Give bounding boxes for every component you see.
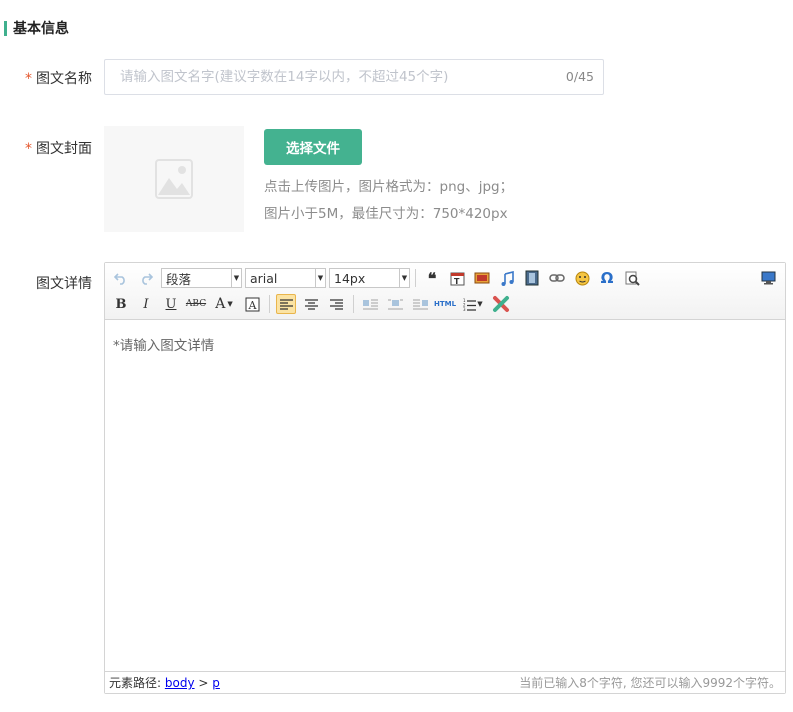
cover-hint-format: 点击上传图片，图片格式为：png、jpg； (264, 179, 514, 195)
paragraph-select-value: 段落 (166, 271, 192, 287)
blockquote-icon[interactable]: ❝ (422, 268, 442, 288)
element-path-label: 元素路径: (109, 676, 162, 690)
clear-format-icon[interactable] (491, 294, 511, 314)
character-count: 当前已输入8个字符, 您还可以输入9992个字符。 (519, 676, 781, 690)
search-replace-icon[interactable] (622, 268, 642, 288)
paragraph-select[interactable]: 段落 ▼ (161, 268, 242, 288)
toolbar-divider (415, 269, 416, 287)
name-char-counter: 0/45 (565, 69, 594, 84)
name-label-text: 图文名称 (36, 71, 92, 87)
preview-icon[interactable] (758, 268, 778, 288)
svg-text:A: A (247, 299, 257, 312)
svg-text:T: T (454, 277, 460, 286)
underline-icon[interactable]: U (161, 294, 181, 314)
detail-label: 图文详情 (36, 276, 92, 292)
rich-text-editor: 段落 ▼ arial ▼ 14px ▼ ❝ T Ω B I U ABC A ▼ … (104, 262, 786, 694)
strikethrough-icon[interactable]: ABC (186, 294, 206, 314)
html-source-icon[interactable]: HTML (434, 294, 456, 314)
element-path-separator: > (198, 676, 209, 690)
image-center-icon[interactable] (385, 294, 405, 314)
editor-toolbar: 段落 ▼ arial ▼ 14px ▼ ❝ T Ω B I U ABC A ▼ … (105, 263, 785, 320)
name-field: 0/45 (104, 59, 604, 95)
link-icon[interactable] (547, 268, 567, 288)
element-path-p-link[interactable]: p (212, 676, 220, 690)
align-right-icon[interactable] (326, 294, 346, 314)
redo-icon[interactable] (136, 268, 156, 288)
background-color-icon[interactable]: A (242, 294, 262, 314)
choose-file-button[interactable]: 选择文件 (264, 129, 362, 165)
section-header: 基本信息 (4, 19, 69, 37)
font-size-select-value: 14px (334, 270, 366, 286)
align-center-icon[interactable] (301, 294, 321, 314)
name-input[interactable] (105, 60, 550, 94)
section-title: 基本信息 (13, 21, 69, 37)
toolbar-row-1: 段落 ▼ arial ▼ 14px ▼ ❝ T Ω (111, 266, 647, 290)
chevron-down-icon: ▼ (231, 269, 241, 287)
emotion-icon[interactable] (572, 268, 592, 288)
element-path: 元素路径: body > p (109, 674, 220, 691)
font-family-select-value: arial (250, 270, 278, 286)
svg-text:3: 3 (463, 307, 466, 311)
name-label: * 图文名称 (25, 68, 92, 88)
toolbar-divider (269, 295, 270, 313)
editor-statusbar: 元素路径: body > p 当前已输入8个字符, 您还可以输入9992个字符。 (105, 671, 785, 693)
music-icon[interactable] (497, 268, 517, 288)
image-left-icon[interactable] (360, 294, 380, 314)
cover-hint-size: 图片小于5M，最佳尺寸为：750*420px (264, 206, 508, 222)
ordered-list-icon[interactable]: 1 2 3 ▼ (460, 294, 486, 314)
special-char-icon[interactable]: Ω (597, 268, 617, 288)
bold-icon[interactable]: B (111, 294, 131, 314)
align-left-icon[interactable] (276, 294, 296, 314)
font-family-select[interactable]: arial ▼ (245, 268, 326, 288)
image-placeholder-icon (155, 159, 193, 199)
insert-frame-icon[interactable]: T (447, 268, 467, 288)
image-right-icon[interactable] (410, 294, 430, 314)
required-mark: * (25, 71, 32, 87)
toolbar-row-2: B I U ABC A ▼ A HTML 1 2 3 ▼ (111, 292, 516, 316)
cover-label: * 图文封面 (25, 138, 92, 158)
font-size-select[interactable]: 14px ▼ (329, 268, 410, 288)
toolbar-divider (353, 295, 354, 313)
chevron-down-icon: ▼ (399, 269, 409, 287)
insert-image-icon[interactable] (472, 268, 492, 288)
cover-label-text: 图文封面 (36, 141, 92, 157)
chevron-down-icon: ▼ (315, 269, 325, 287)
editor-content-area[interactable]: *请输入图文详情 (105, 320, 785, 368)
element-path-body-link[interactable]: body (165, 676, 195, 690)
undo-icon[interactable] (111, 268, 131, 288)
section-accent-bar (4, 20, 7, 36)
font-color-icon[interactable]: A ▼ (211, 294, 237, 314)
video-icon[interactable] (522, 268, 542, 288)
cover-preview[interactable] (104, 126, 244, 232)
italic-icon[interactable]: I (136, 294, 156, 314)
required-mark: * (25, 141, 32, 157)
